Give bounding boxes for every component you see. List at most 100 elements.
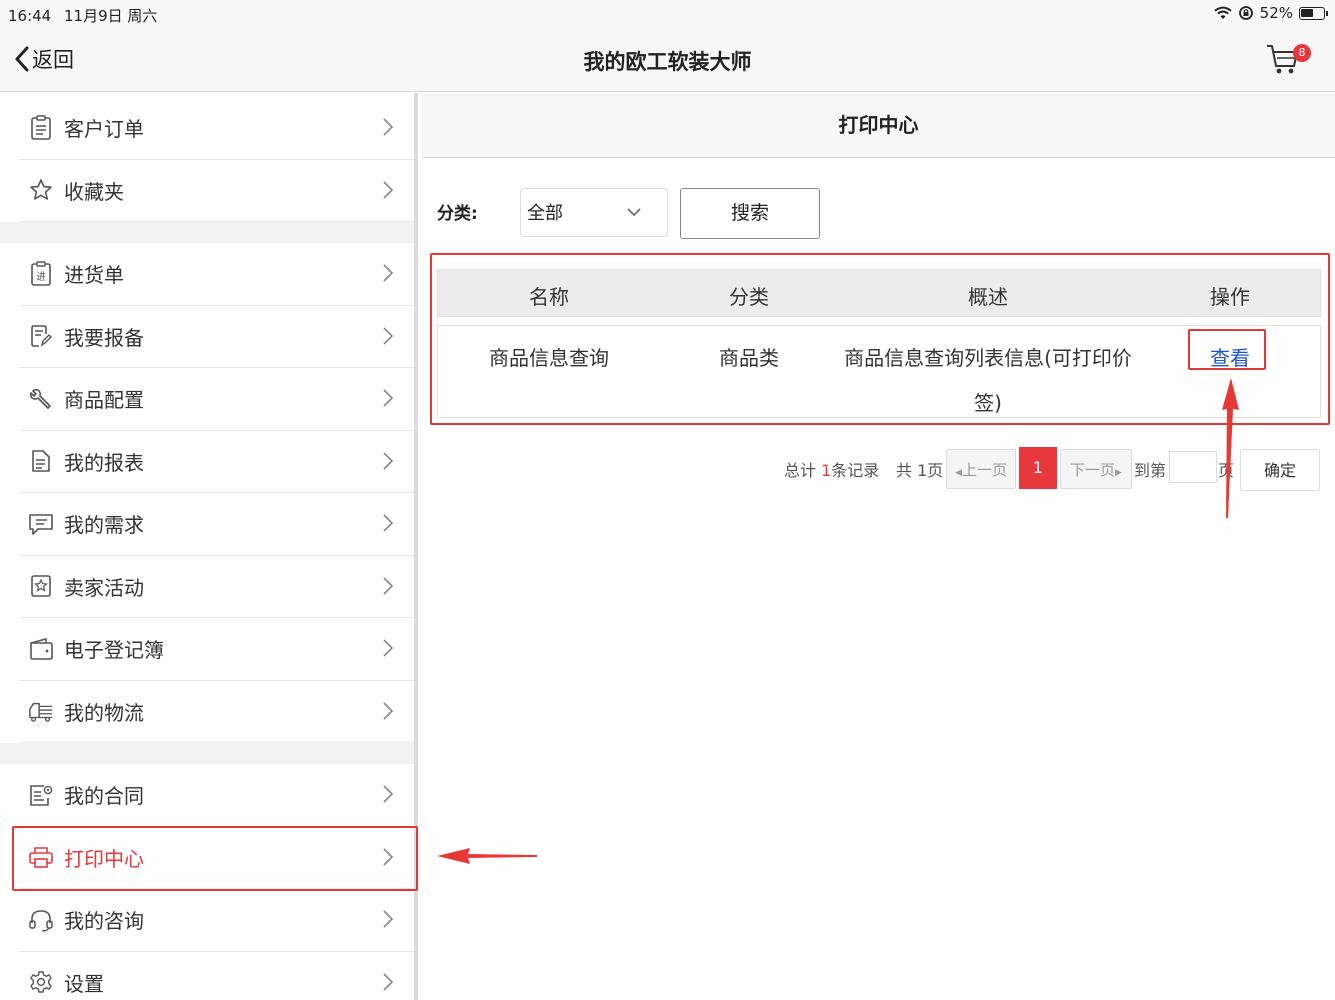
truck-icon [28,698,54,724]
pagination-total: 总计 1条记录 [784,457,879,481]
sidebar-item-label: 商品配置 [64,388,144,413]
category-select[interactable]: 全部 [520,188,668,237]
column-header-name: 名称 [529,285,569,309]
page-suffix-label: 页 [1218,461,1235,480]
chevron-right-icon [383,118,394,136]
report-edit-icon [28,323,54,349]
sidebar-item-label: 我的需求 [64,513,144,538]
view-link[interactable]: 查看 [1210,346,1250,370]
table-row: 商品信息查询 商品类 商品信息查询列表信息(可打印价签) 查看 [437,325,1321,418]
print-list-table: 名称 分类 概述 操作 商品信息查询 商品类 商品信息查询列表信息(可打印价签)… [430,253,1330,425]
sidebar-item-label: 打印中心 [64,846,144,871]
sidebar-item-label: 电子登记簿 [64,638,164,663]
chevron-right-icon [383,264,394,282]
cell-name: 商品信息查询 [489,346,609,370]
pagination-total-prefix: 总计 [784,461,822,480]
sidebar-item-print-center[interactable]: 打印中心 [20,827,414,889]
page-button-current[interactable]: 1 [1019,447,1057,489]
column-header-summary: 概述 [968,285,1008,309]
sidebar-item-label: 我要报备 [64,325,144,350]
sidebar-item-purchase-order[interactable]: 进 进货单 [20,243,414,306]
section-title: 打印中心 [422,93,1335,158]
prev-page-button[interactable]: ◀上一页 [946,449,1016,489]
sidebar-item-seller-activities[interactable]: 卖家活动 [20,556,414,618]
document-icon [28,448,54,474]
category-filter-label: 分类: [437,204,478,224]
chevron-right-icon [383,639,394,657]
chevron-right-icon [383,451,394,470]
table-header: 名称 分类 概述 操作 [437,269,1321,317]
battery-percent: 52% [1259,4,1293,22]
prev-page-label: 上一页 [961,461,1007,479]
cart-button[interactable]: 8 [1265,42,1311,78]
sidebar-item-my-logistics[interactable]: 我的物流 [20,681,414,743]
badge-icon [28,573,54,599]
sidebar-item-label: 进货单 [64,263,124,288]
goto-page-label: 到第 [1134,461,1167,480]
chevron-right-icon [383,910,394,928]
sidebar: 客户订单 收藏夹 进 进货单 我要报备 商品配置 我的报表 我的需求 卖家活动 … [0,93,418,1000]
sidebar-item-label: 设置 [64,971,104,996]
purchase-order-icon: 进 [28,261,54,287]
column-header-category: 分类 [729,285,769,309]
sidebar-item-label: 我的咨询 [64,909,144,934]
main-content: 打印中心 分类: 全部 搜索 名称 分类 概述 操作 商品信息查询 商品类 商品… [422,93,1335,1000]
category-select-value: 全部 [527,203,563,224]
sidebar-item-e-register[interactable]: 电子登记簿 [20,618,414,681]
next-page-button[interactable]: 下一页▶ [1060,449,1132,489]
navigation-bar: 返回 我的欧工软装大师 8 [0,28,1335,92]
goto-page-input[interactable] [1169,451,1217,483]
status-date: 11月9日 周六 [64,7,158,25]
pagination-total-suffix: 条记录 [831,461,880,480]
sidebar-item-label: 我的合同 [64,784,144,809]
wifi-icon [1214,6,1232,19]
cart-count-badge: 8 [1293,44,1311,62]
cell-summary: 商品信息查询列表信息(可打印价签) [844,346,1132,415]
status-bar: 16:44 11月9日 周六 52% [0,0,1335,28]
chevron-right-icon [383,701,394,720]
star-icon [28,177,54,203]
chevron-right-icon [383,847,394,866]
clipboard-icon [28,115,54,141]
page-title: 我的欧工软装大师 [583,50,752,74]
sidebar-item-my-reports[interactable]: 我的报表 [20,431,414,493]
caret-right-icon: ▶ [1115,468,1122,478]
chevron-right-icon [383,514,394,532]
sidebar-item-filing-report[interactable]: 我要报备 [20,306,414,368]
sidebar-item-product-config[interactable]: 商品配置 [20,368,414,431]
wallet-icon [28,636,54,662]
chevron-right-icon [383,972,394,991]
chevron-right-icon [383,785,394,803]
cell-category: 商品类 [719,346,779,370]
svg-text:进: 进 [36,271,46,283]
sidebar-item-label: 收藏夹 [64,179,124,204]
next-page-label: 下一页 [1070,461,1116,479]
sidebar-item-label: 卖家活动 [64,575,144,600]
sidebar-item-settings[interactable]: 设置 [20,952,414,1000]
goto-page-confirm-button[interactable]: 确定 [1240,449,1320,491]
headset-icon [28,907,54,933]
section-divider [0,222,414,243]
chevron-right-icon [383,389,394,407]
caret-left-icon: ◀ [955,468,962,478]
sidebar-item-my-contracts[interactable]: 我的合同 [20,764,414,827]
sidebar-item-my-needs[interactable]: 我的需求 [20,493,414,556]
sidebar-item-customer-orders[interactable]: 客户订单 [20,97,414,160]
chevron-right-icon [383,576,394,595]
sidebar-item-favorites[interactable]: 收藏夹 [20,160,414,222]
back-button[interactable]: 返回 [14,44,74,74]
wrench-icon [28,386,54,412]
sidebar-item-label: 我的物流 [64,700,144,725]
rotation-lock-icon [1238,6,1253,20]
chevron-right-icon [383,180,394,199]
sidebar-item-my-consultations[interactable]: 我的咨询 [20,889,414,952]
pagination-page-count: 共 1页 [896,461,944,480]
search-button[interactable]: 搜索 [680,188,820,239]
printer-icon [28,844,54,870]
sidebar-item-label: 我的报表 [64,450,144,475]
section-divider [0,743,414,764]
column-header-action: 操作 [1210,285,1250,309]
chevron-down-icon [627,208,641,217]
back-label: 返回 [32,48,74,72]
battery-icon [1299,6,1328,20]
